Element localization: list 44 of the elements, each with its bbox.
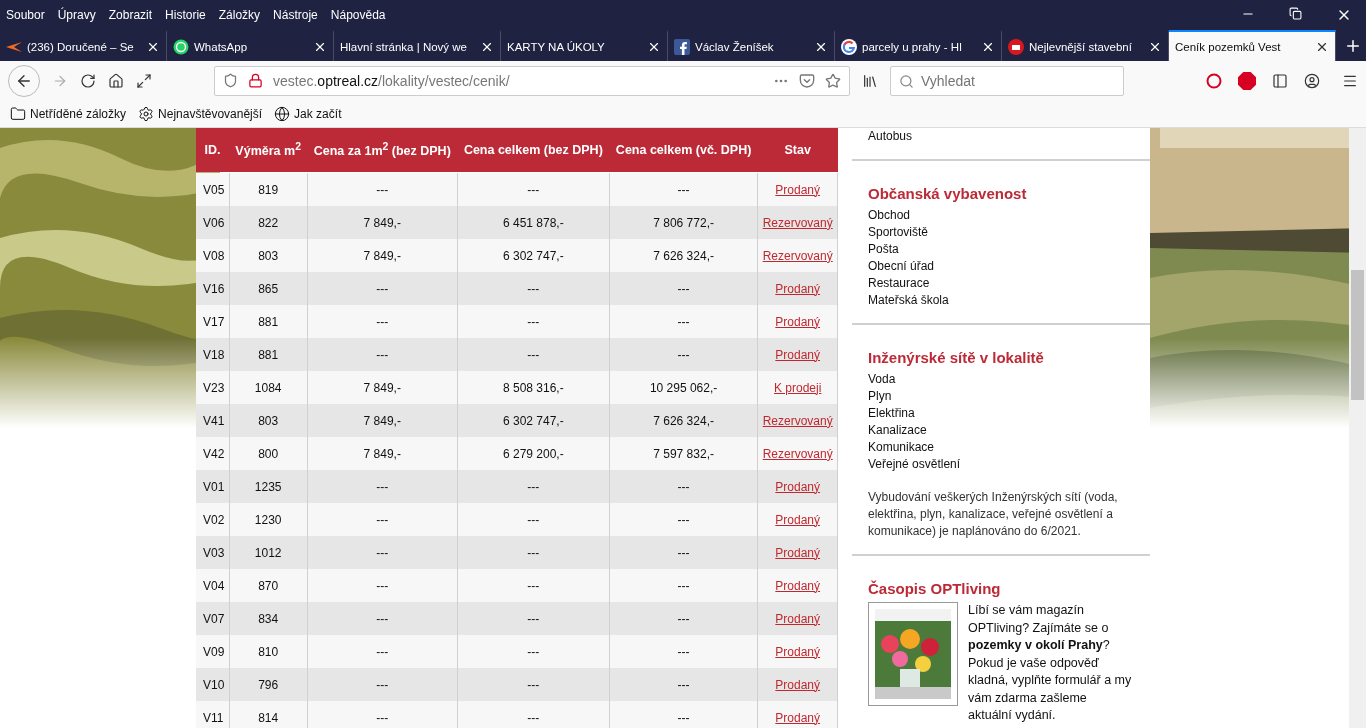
chat-icon <box>173 38 189 55</box>
restore-icon[interactable] <box>1289 7 1302 20</box>
reload-icon[interactable] <box>80 72 96 89</box>
stop-sign-icon[interactable] <box>1238 71 1256 90</box>
star-icon[interactable] <box>825 72 841 89</box>
tab-title: Hlavní stránka | Nový we <box>340 40 468 53</box>
menu-item[interactable]: Historie <box>165 8 206 22</box>
search-icon <box>899 73 914 89</box>
tab-title: Václav Ženíšek <box>695 40 775 53</box>
search-field[interactable]: Vyhledat <box>890 65 1124 96</box>
account-icon[interactable] <box>1304 72 1320 89</box>
gear-icon <box>138 105 155 122</box>
tab-title: parcely u prahy - Hl <box>862 40 963 53</box>
badge-icon <box>1008 38 1024 55</box>
library-icon[interactable] <box>862 72 878 89</box>
address-field[interactable]: vestec.optreal.cz/lokality/vestec/cenik/ <box>214 65 850 96</box>
bookmark-item[interactable]: Nejnavštěvovanější <box>138 105 263 122</box>
flame-icon <box>6 41 22 52</box>
tab-title: (236) Doručené – Se <box>27 40 135 53</box>
ring-icon[interactable] <box>1206 72 1222 89</box>
bookmark-item[interactable]: Netříděné záložky <box>10 105 127 122</box>
menu-item[interactable]: Úpravy <box>57 8 96 22</box>
globe-icon <box>274 105 291 122</box>
tab-title: WhatsApp <box>194 40 249 53</box>
bookmark-item[interactable]: Jak začít <box>274 105 342 122</box>
pocket-icon[interactable] <box>799 72 815 89</box>
menu-item[interactable]: Nástroje <box>273 8 318 22</box>
browser-tab[interactable]: Ceník pozemků Vest <box>1169 30 1336 61</box>
expand-icon[interactable] <box>136 72 152 89</box>
tab-title: KARTY NA ÚKOLY <box>507 40 606 53</box>
lock-icon[interactable] <box>248 73 263 88</box>
google-icon <box>841 38 857 55</box>
menu-item[interactable]: Soubor <box>6 8 45 22</box>
home-icon[interactable] <box>108 72 124 89</box>
menu-item[interactable]: Nápověda <box>330 8 386 22</box>
menu-item[interactable]: Zobrazit <box>108 8 153 22</box>
folder-icon <box>10 105 26 122</box>
social-icon <box>674 38 690 55</box>
menu-item[interactable]: Záložky <box>218 8 261 22</box>
shield-icon[interactable] <box>223 73 238 88</box>
sidebar-icon[interactable] <box>1272 72 1288 89</box>
tab-title: Nejlevnější stavební <box>1029 40 1133 53</box>
tab-title: Ceník pozemků Vest <box>1175 40 1282 53</box>
url-text: vestec.optreal.cz/lokality/vestec/cenik/ <box>273 72 511 89</box>
